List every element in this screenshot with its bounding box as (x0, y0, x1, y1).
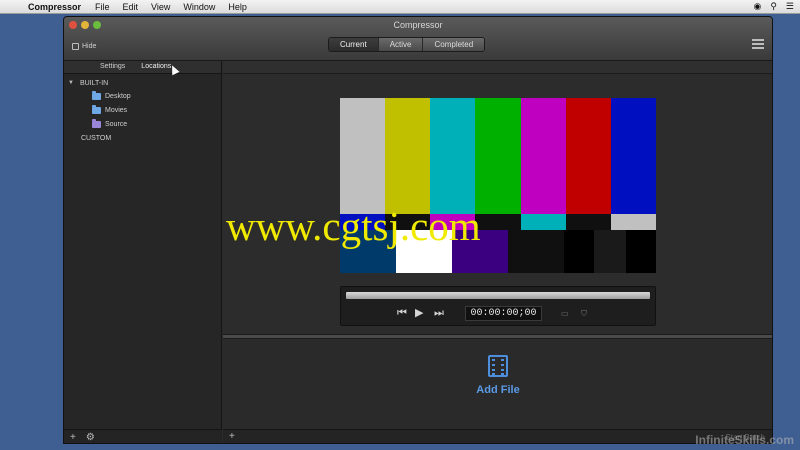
color-bar (565, 214, 611, 230)
location-item-desktop[interactable]: Desktop (64, 89, 221, 103)
color-bar (520, 98, 566, 214)
tab-settings[interactable]: Settings (100, 61, 125, 73)
color-bar (430, 98, 476, 214)
color-bar (565, 98, 611, 214)
menu-edit[interactable]: Edit (123, 2, 139, 12)
folder-icon (92, 104, 101, 114)
add-file-button[interactable]: Add File (423, 384, 573, 396)
watermark-text: www.cgtsj.com (226, 203, 481, 249)
main-top-strip (223, 61, 772, 74)
skip-backward-icon[interactable]: ⏮ (397, 307, 407, 319)
window-title: Compressor (393, 20, 443, 30)
batch-view-segmented-control: Current Active Completed (328, 37, 486, 52)
location-label: Movies (105, 106, 128, 114)
folder-icon (92, 90, 101, 100)
locations-tree: ▼ BUILT-IN Desktop Movies Source CUSTOM (64, 77, 221, 145)
color-bar (475, 98, 521, 214)
menu-view[interactable]: View (151, 2, 170, 12)
main-pane: ⏮ ▶ ⏭ 00:00:00;00 ▭ ⛉ Add File + Start B… (223, 61, 772, 443)
hide-label: Hide (82, 43, 97, 50)
color-bar (508, 230, 564, 273)
left-pane: Settings Locations ▼ BUILT-IN Desktop Mo… (64, 61, 222, 443)
sidebar-toggle-icon (72, 43, 79, 50)
timecode-display: 00:00:00;00 (465, 306, 542, 321)
group-custom[interactable]: CUSTOM (64, 131, 221, 145)
title-bar: Compressor Hide Current Active Completed (64, 17, 772, 61)
notification-center-icon[interactable]: ☰ (786, 1, 794, 12)
marker-icon[interactable]: ⛉ (581, 309, 587, 319)
menu-window[interactable]: Window (183, 2, 215, 12)
group-built-in[interactable]: ▼ BUILT-IN (64, 77, 221, 89)
inspector-toggle-icon[interactable] (752, 39, 764, 49)
brand-watermark: InfiniteSkills.com (695, 433, 794, 447)
segment-completed[interactable]: Completed (423, 38, 485, 51)
color-bar (340, 98, 386, 214)
segment-current[interactable]: Current (329, 38, 379, 51)
playhead-scrubber[interactable] (346, 292, 650, 299)
color-bar (520, 214, 566, 230)
disclosure-triangle-icon[interactable]: ▼ (68, 80, 74, 86)
add-location-button[interactable]: + (70, 432, 76, 443)
menu-bar: Compressor File Edit View Window Help ◉ … (0, 0, 800, 14)
playback-controls: ⏮ ▶ ⏭ 00:00:00;00 ▭ ⛉ (341, 305, 655, 323)
location-label: Desktop (105, 92, 131, 100)
batch-footer: + Start Batch (223, 429, 772, 443)
play-icon[interactable]: ▶ (415, 307, 423, 319)
segment-active[interactable]: Active (378, 38, 424, 51)
film-icon[interactable] (488, 355, 508, 377)
location-label: Source (105, 120, 128, 128)
menu-help[interactable]: Help (228, 2, 247, 12)
tab-locations[interactable]: Locations (141, 61, 171, 73)
transport-controls: ⏮ ▶ ⏭ 00:00:00;00 ▭ ⛉ (340, 286, 656, 326)
color-bar (564, 230, 594, 273)
group-built-in-label: BUILT-IN (79, 79, 109, 87)
folder-icon (92, 118, 101, 128)
gear-icon[interactable]: ⚙ (86, 432, 95, 443)
left-pane-footer: + ⚙ (64, 429, 222, 443)
status-record-icon[interactable]: ◉ (753, 1, 761, 12)
menu-file[interactable]: File (95, 2, 110, 12)
color-bars-top (340, 98, 656, 214)
skip-forward-icon[interactable]: ⏭ (434, 307, 444, 319)
location-item-source[interactable]: Source (64, 117, 221, 131)
color-bar (626, 230, 656, 273)
view-mode-icon[interactable]: ▭ (561, 309, 569, 318)
app-menu[interactable]: Compressor (28, 2, 81, 12)
color-bar (385, 98, 431, 214)
color-bar (610, 98, 656, 214)
pane-splitter[interactable] (223, 334, 772, 339)
add-batch-button[interactable]: + (229, 431, 235, 442)
spotlight-search-icon[interactable]: ⚲ (770, 1, 777, 12)
location-item-movies[interactable]: Movies (64, 103, 221, 117)
hide-sidebar-button[interactable]: Hide (72, 43, 96, 50)
batch-area[interactable]: Add File (223, 340, 772, 429)
color-bar (594, 230, 626, 273)
group-custom-label: CUSTOM (81, 134, 112, 142)
color-bar (610, 214, 656, 230)
left-pane-tabs: Settings Locations (64, 61, 221, 74)
color-bar (475, 214, 521, 230)
